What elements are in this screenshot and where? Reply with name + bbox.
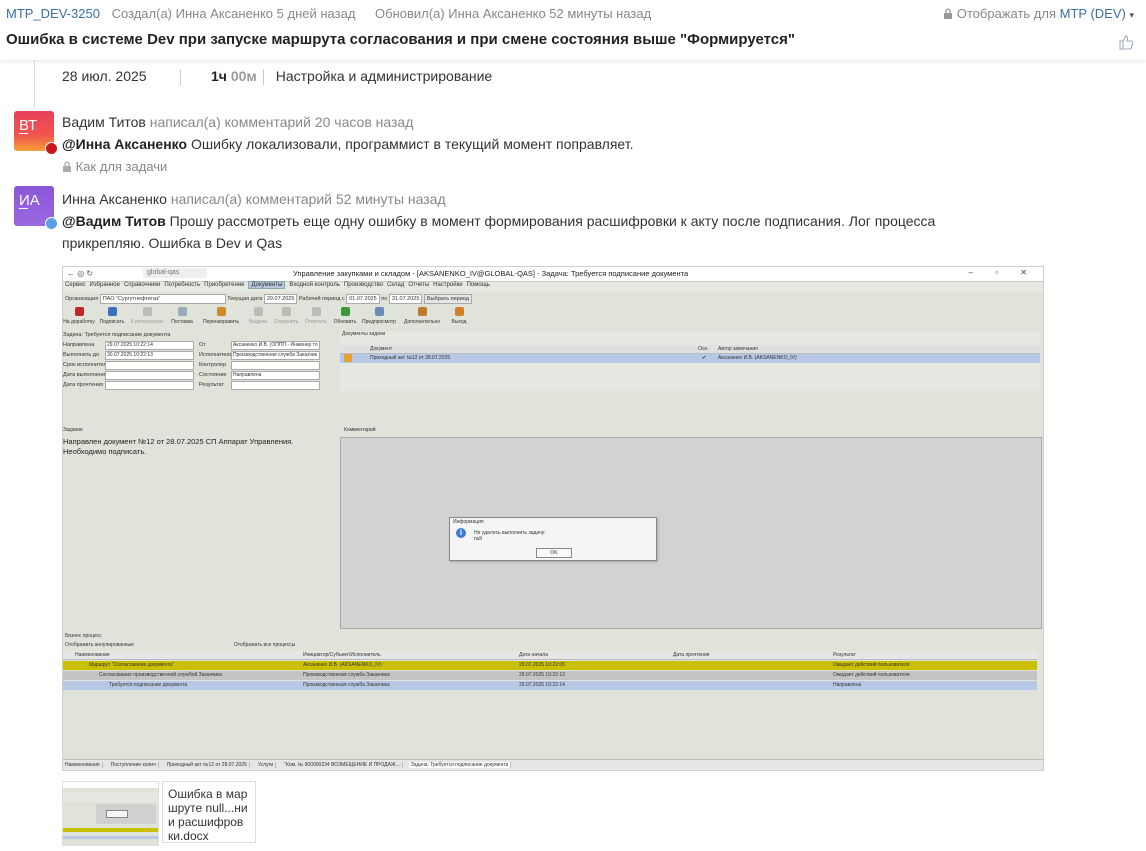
status-badge	[45, 142, 58, 155]
lock-icon	[63, 161, 71, 172]
created-info: Создал(а) Инна Аксаненко 5 дней назад	[111, 6, 356, 21]
issue-header: MTP_DEV-3250 Создал(а) Инна Аксаненко 5 …	[0, 0, 1146, 60]
task-description: Задание Направлен документ №12 от 28.07.…	[63, 427, 339, 632]
updated-info: Обновил(а) Инна Аксаненко 52 минуты наза…	[375, 6, 652, 21]
visibility-selector[interactable]: Отображать для MTP (DEV) ▾	[943, 6, 1134, 21]
window-title: Управление закупками и складом - [AKSANE…	[293, 269, 689, 278]
comment-action: написал(а) комментарий 52 минуты назад	[170, 191, 446, 207]
avatar-initials: ИА	[19, 192, 40, 209]
error-dialog: Информация i Не удалось выполнить задачу…	[449, 517, 657, 561]
comment-text: Прошу рассмотреть еще одну ошибку в моме…	[62, 213, 936, 251]
caret-down-icon: ▾	[1129, 10, 1134, 20]
org-row: Организация ПАО "Сургутнефтегаз" Текущая…	[63, 293, 1043, 305]
avatar-initials: ВТ	[19, 117, 38, 134]
browser-nav-icons: ← ◎ ↻	[67, 269, 94, 278]
timeline-line	[34, 60, 35, 108]
comment-author[interactable]: Вадим Титов	[62, 114, 146, 130]
comment-text: Ошибку локализовали, программист в текущ…	[190, 136, 634, 152]
window-controls-icons: – ▫ ✕	[968, 268, 1037, 277]
task-id-link[interactable]: MTP_DEV-3250	[6, 6, 100, 21]
info-icon: i	[456, 528, 466, 538]
avatar[interactable]: ВТ	[14, 111, 58, 155]
avatar-dash	[19, 208, 28, 209]
app-titlebar: ← ◎ ↻ global-qas Управление закупками и …	[63, 267, 1043, 282]
comment-action: написал(а) комментарий 20 часов назад	[149, 114, 414, 130]
avatar-dash	[19, 133, 28, 134]
comment-visibility: Как для задачи	[62, 159, 167, 174]
comment-author[interactable]: Инна Аксаненко	[62, 191, 167, 207]
divider	[180, 69, 181, 86]
worklog-duration: 1ч 00м	[211, 68, 257, 84]
worklog-activity: Настройка и администрирование	[275, 68, 493, 84]
visibility-value: MTP (DEV)	[1059, 6, 1126, 21]
comment-body: @Вадим Титов Прошу рассмотреть еще одну …	[62, 210, 1002, 254]
app-menubar: Сервис Избранное Справочники Потребность При…	[63, 281, 1043, 292]
mention[interactable]: @Вадим Титов	[62, 213, 166, 229]
comment-header: Инна Аксаненко написал(а) комментарий 52…	[62, 191, 446, 207]
worklog-entry: 28 июл. 2025 1ч 00м Настройка и администри…	[62, 68, 493, 86]
attached-screenshot[interactable]: ← ◎ ↻ global-qas Управление закупками и …	[62, 266, 1044, 771]
status-badge	[45, 217, 58, 230]
divider	[262, 69, 264, 86]
comment-body: @Инна Аксаненко Ошибку локализовали, про…	[62, 133, 1062, 155]
issue-title: Ошибка в системе Dev при запуске маршрут…	[6, 31, 796, 48]
thumbs-up-icon[interactable]	[1118, 34, 1134, 50]
visibility-label: Отображать для	[956, 6, 1056, 21]
avatar[interactable]: ИА	[14, 186, 58, 230]
worklog-date: 28 июл. 2025	[62, 68, 147, 84]
task-form: Задача: Требуется подписание документа Н…	[63, 331, 339, 391]
app-toolbar: На доработку Подписать К исполнению Пост…	[63, 305, 1043, 331]
app-tabs: Наименования Поступление колич Приходный а…	[63, 759, 1043, 770]
attachment-docx[interactable]: Ошибка в мар шруте null...ни и расшифров…	[162, 781, 256, 843]
attachment-thumbnail[interactable]	[62, 781, 159, 846]
address-bar: global-qas	[143, 268, 207, 278]
comment-header: Вадим Титов написал(а) комментарий 20 ча…	[62, 114, 413, 130]
comment-panel: Комментарий Информация i Не удалось выпо…	[340, 427, 1043, 632]
ok-button: OK	[536, 548, 572, 558]
mention[interactable]: @Инна Аксаненко	[62, 136, 187, 152]
business-process-panel: Бизнес процесс Отображать аннулированные…	[63, 633, 1043, 757]
lock-icon	[944, 8, 953, 19]
issue-meta: MTP_DEV-3250 Создал(а) Инна Аксаненко 5 …	[6, 6, 651, 21]
task-documents: Документы задачи Документ Осн. Автор зам…	[340, 331, 1040, 391]
